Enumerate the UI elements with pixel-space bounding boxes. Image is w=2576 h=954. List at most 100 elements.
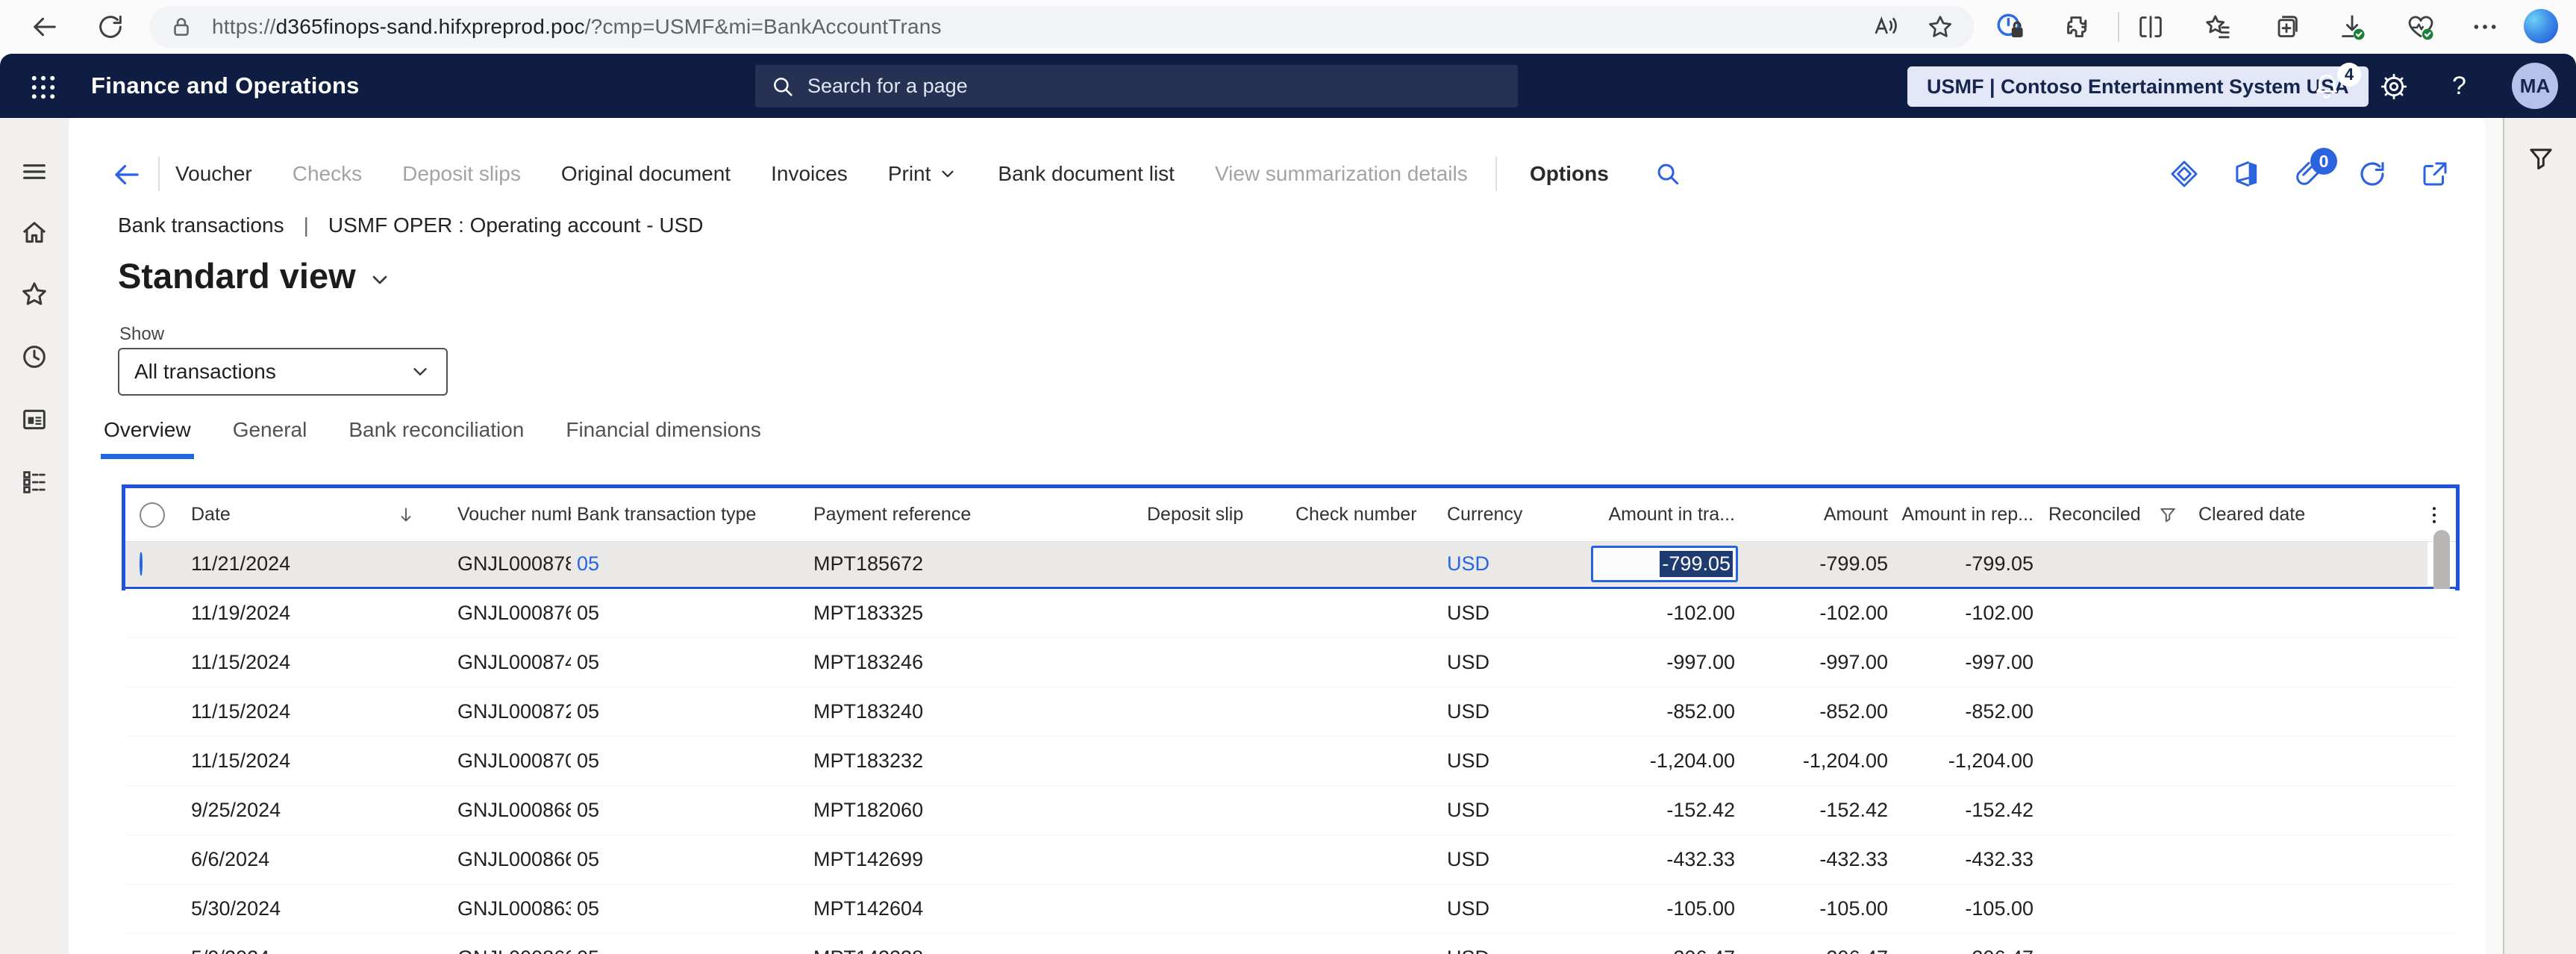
address-bar[interactable]: https://d365finops-sand.hifxpreprod.poc/… <box>149 6 1974 48</box>
nav-favorites-star-icon[interactable] <box>19 279 49 309</box>
amount-edit-field[interactable]: -799.05 <box>1591 546 1738 582</box>
filter-pane-funnel-icon[interactable] <box>2525 143 2557 175</box>
grid-focus-frame: Date Voucher number Bank transaction typ… <box>122 484 2460 590</box>
url-text[interactable]: https://d365finops-sand.hifxpreprod.poc/… <box>212 15 942 39</box>
show-transactions-select[interactable]: All transactions <box>118 348 448 396</box>
tab-general[interactable]: General <box>230 418 310 459</box>
settings-gear-icon[interactable] <box>2378 70 2410 103</box>
chevron-down-icon <box>938 164 957 184</box>
cell-bank-transaction-type-link[interactable]: 05 <box>571 552 807 576</box>
table-row[interactable]: 11/15/2024 GNJL000870 05 MPT183232 USD -… <box>125 737 2455 786</box>
office-icon[interactable] <box>2231 158 2263 190</box>
select-all-radio[interactable] <box>125 502 185 528</box>
company-picker-badge[interactable]: USMF | Contoso Entertainment System USA <box>1907 66 2369 107</box>
column-header-check-number[interactable]: Check number <box>1289 504 1441 526</box>
table-row[interactable]: 11/15/2024 GNJL000872 05 MPT183240 USD -… <box>125 688 2455 737</box>
downloads-icon[interactable] <box>2336 10 2369 43</box>
column-header-deposit-slip[interactable]: Deposit slip <box>1141 504 1289 526</box>
left-nav-rail <box>0 118 69 954</box>
tab-bank-reconciliation[interactable]: Bank reconciliation <box>346 418 527 459</box>
waffle-menu-icon[interactable] <box>27 71 60 104</box>
table-row[interactable]: 11/15/2024 GNJL000874 05 MPT183246 USD -… <box>125 638 2455 688</box>
favorite-star-icon[interactable] <box>1926 13 1954 41</box>
browser-refresh-icon[interactable] <box>94 10 127 43</box>
column-header-cleared-date[interactable]: Cleared date <box>2192 504 2357 526</box>
search-icon <box>770 74 795 99</box>
action-bar: Voucher Checks Deposit slips Original do… <box>69 140 2485 208</box>
grid-more-options-icon[interactable] <box>2417 504 2456 526</box>
column-header-reconciled[interactable]: Reconciled <box>2039 504 2192 526</box>
column-header-amount[interactable]: Amount <box>1741 504 1894 526</box>
avatar[interactable]: MA <box>2512 63 2558 109</box>
split-screen-icon[interactable] <box>2134 10 2167 43</box>
table-row[interactable]: 5/9/2024 GNJL000860 05 MPT142238 USD -20… <box>125 934 2455 954</box>
table-row[interactable]: 11/19/2024 GNJL000876 05 MPT183325 USD -… <box>125 589 2455 638</box>
cell-amount-in-transaction: -206.47 <box>1588 947 1741 954</box>
cell-payment-reference: MPT142699 <box>807 848 1141 871</box>
action-search-icon[interactable] <box>1654 160 1682 188</box>
read-aloud-icon[interactable] <box>1871 13 1899 41</box>
page-search-input[interactable]: Search for a page <box>755 65 1518 107</box>
site-lock-icon[interactable] <box>169 14 194 40</box>
toolbar-divider <box>2118 12 2119 42</box>
cell-currency-link[interactable]: USD <box>1441 552 1588 576</box>
cell-amount-in-transaction[interactable]: -799.05 <box>1588 546 1741 582</box>
extensions-puzzle-icon[interactable] <box>2061 10 2094 43</box>
action-voucher[interactable]: Voucher <box>175 162 252 186</box>
cell-currency: USD <box>1441 848 1588 871</box>
action-bank-document-list[interactable]: Bank document list <box>998 162 1175 186</box>
cell-amount-in-transaction: -105.00 <box>1588 897 1741 920</box>
table-row[interactable]: 5/30/2024 GNJL000863 05 MPT142604 USD -1… <box>125 885 2455 934</box>
help-icon[interactable]: ? <box>2452 54 2466 118</box>
cell-bank-transaction-type: 05 <box>571 897 807 920</box>
power-platform-icon[interactable] <box>2169 158 2200 190</box>
nav-home-icon[interactable] <box>19 218 49 248</box>
page-back-icon[interactable] <box>110 158 143 191</box>
cell-currency: USD <box>1441 602 1588 625</box>
browser-essentials-icon[interactable] <box>2404 10 2437 43</box>
nav-workspaces-icon[interactable] <box>19 405 49 434</box>
attachments-paperclip-icon[interactable]: 0 <box>2294 158 2325 190</box>
grid-scrollbar-track[interactable] <box>2427 542 2456 586</box>
column-header-voucher[interactable]: Voucher number <box>451 504 571 526</box>
table-row-selected[interactable]: 11/21/2024 GNJL000878 05 MPT185672 USD -… <box>125 542 2456 586</box>
tracking-prevention-icon[interactable] <box>1994 10 2027 43</box>
action-invoices[interactable]: Invoices <box>771 162 848 186</box>
open-in-new-window-icon[interactable] <box>2419 158 2451 190</box>
refresh-icon[interactable] <box>2357 158 2388 190</box>
cell-voucher: GNJL000870 <box>451 749 571 773</box>
column-header-bank-transaction-type[interactable]: Bank transaction type <box>571 504 807 526</box>
tab-financial-dimensions[interactable]: Financial dimensions <box>563 418 763 459</box>
action-print[interactable]: Print <box>888 162 958 186</box>
favorites-list-icon[interactable] <box>2201 10 2234 43</box>
filter-pane-rail <box>2503 118 2576 954</box>
column-header-currency[interactable]: Currency <box>1441 504 1588 526</box>
column-filter-icon[interactable] <box>2157 505 2178 526</box>
copilot-icon[interactable] <box>2524 9 2558 43</box>
nav-recent-clock-icon[interactable] <box>19 342 49 372</box>
column-header-amount-in-reporting[interactable]: Amount in rep... <box>1894 504 2039 526</box>
nav-modules-icon[interactable] <box>19 467 49 497</box>
cell-amount-in-reporting: -1,204.00 <box>1894 749 2039 773</box>
cell-payment-reference: MPT183325 <box>807 602 1141 625</box>
action-original-document[interactable]: Original document <box>561 162 731 186</box>
app-title: Finance and Operations <box>91 54 360 118</box>
browser-settings-more-icon[interactable] <box>2469 10 2501 43</box>
grid-scrollbar-thumb[interactable] <box>2433 530 2450 596</box>
column-header-date[interactable]: Date <box>185 504 451 526</box>
cell-payment-reference: MPT142238 <box>807 947 1141 954</box>
nav-expand-hamburger-icon[interactable] <box>19 157 49 187</box>
table-row[interactable]: 6/6/2024 GNJL000866 05 MPT142699 USD -43… <box>125 835 2455 885</box>
column-header-amount-in-transaction[interactable]: Amount in tra... <box>1588 504 1741 526</box>
column-header-payment-reference[interactable]: Payment reference <box>807 504 1141 526</box>
action-options[interactable]: Options <box>1530 162 1609 186</box>
cell-voucher: GNJL000860 <box>451 947 571 954</box>
page-title[interactable]: Standard view <box>118 255 392 296</box>
tab-overview[interactable]: Overview <box>101 418 194 459</box>
cell-voucher: GNJL000868 <box>451 799 571 822</box>
table-row[interactable]: 9/25/2024 GNJL000868 05 MPT182060 USD -1… <box>125 786 2455 835</box>
collections-icon[interactable] <box>2270 10 2303 43</box>
breadcrumb-parent[interactable]: Bank transactions <box>118 213 284 237</box>
browser-back-icon[interactable] <box>28 10 61 43</box>
row-radio[interactable] <box>125 552 185 576</box>
